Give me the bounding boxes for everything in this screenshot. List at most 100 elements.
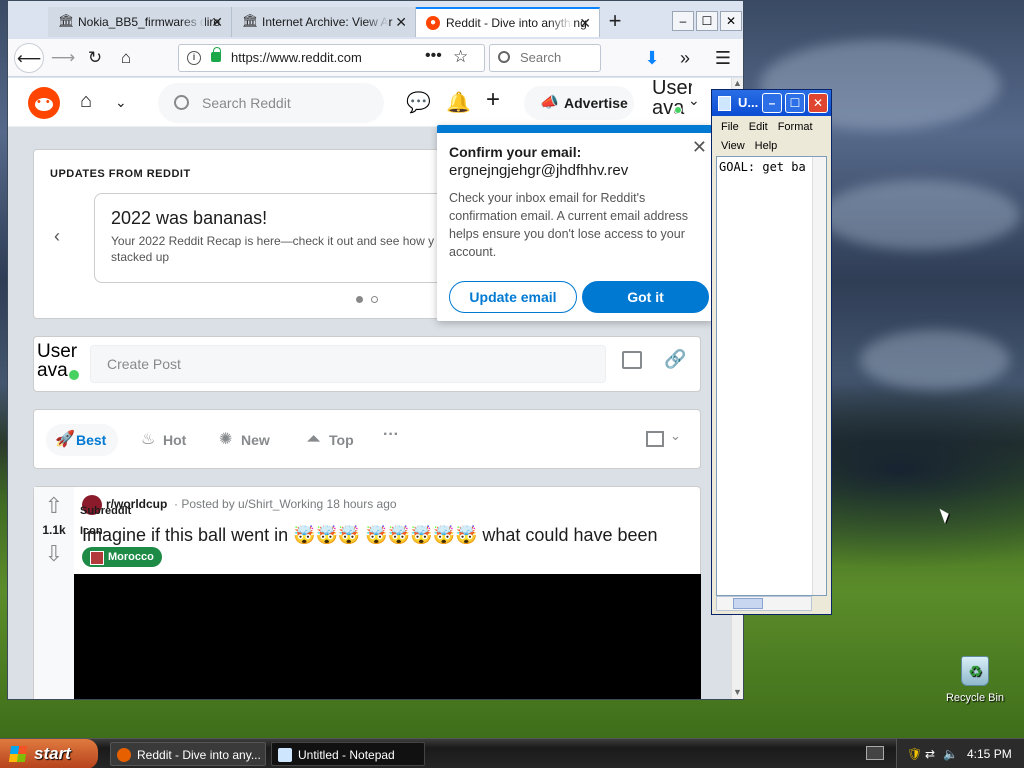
navigation-bar: ⟵ ⟶ ↻ ⌂ i https://www.reddit.com ••• ☆ S… — [8, 39, 743, 77]
vote-column: ⇧ 1.1k ⇩ — [34, 487, 74, 699]
user-avatar[interactable]: User ava — [37, 342, 85, 382]
close-window-button[interactable]: ✕ — [720, 11, 742, 31]
post-flair[interactable]: Morocco — [82, 547, 162, 567]
minimize-button[interactable]: – — [762, 93, 782, 113]
popup-body: Check your inbox email for Reddit's conf… — [449, 191, 688, 259]
upvote-arrow-icon[interactable]: ⇧ — [34, 493, 74, 519]
tab-nokia-firmwares[interactable]: 🏛 Nokia_BB5_firmwares dire ✕ — [48, 7, 232, 37]
create-plus-icon[interactable]: + — [486, 86, 500, 114]
carousel-dot[interactable] — [371, 296, 378, 303]
popup-title: Confirm your email: — [449, 144, 582, 160]
post-card[interactable]: ⇧ 1.1k ⇩ r/worldcup · Posted by u/Shirt_… — [33, 486, 701, 699]
create-post-input[interactable]: Create Post — [90, 345, 606, 383]
more-options-icon[interactable]: ··· — [383, 426, 399, 444]
bookmark-star-icon[interactable]: ☆ — [453, 44, 468, 70]
network-icon[interactable]: ⇄ — [925, 739, 935, 768]
chevron-down-icon[interactable]: ⌄ — [688, 92, 700, 109]
recycle-bin-icon[interactable] — [961, 656, 989, 686]
chevron-down-icon[interactable]: ⌄ — [115, 94, 127, 111]
menu-hamburger-icon[interactable]: ☰ — [708, 43, 738, 73]
back-button[interactable]: ⟵ — [14, 43, 44, 73]
notepad-titlebar[interactable]: U... – ☐ ✕ — [712, 90, 831, 116]
browser-window: 🏛 Nokia_BB5_firmwares dire ✕ 🏛 Internet … — [7, 0, 744, 700]
menu-view[interactable]: View — [721, 137, 745, 156]
close-tab-icon[interactable]: ✕ — [211, 7, 223, 37]
address-bar[interactable]: i https://www.reddit.com ••• ☆ — [178, 44, 485, 72]
url-text[interactable]: https://www.reddit.com — [231, 45, 362, 71]
notepad-text-area[interactable]: GOAL: get ba — [716, 156, 827, 596]
notification-bell-icon[interactable]: 🔔 — [446, 90, 471, 115]
sort-tab-hot[interactable]: ♨ Hot — [141, 424, 186, 456]
windows-logo-icon — [8, 746, 28, 762]
recycle-bin[interactable]: Recycle Bin — [940, 656, 1010, 704]
post-title[interactable]: Imagine if this ball went in 🤯🤯🤯 🤯🤯🤯🤯🤯 w… — [82, 525, 658, 546]
notepad-window: U... – ☐ ✕ File Edit Format View Help GOAL:… — [711, 89, 832, 615]
minimize-button[interactable]: – — [672, 11, 694, 31]
advertise-button[interactable]: 📣 Advertise — [524, 86, 634, 120]
user-avatar[interactable]: User ava — [652, 78, 692, 126]
menu-format[interactable]: Format — [778, 118, 813, 137]
reddit-logo-icon[interactable] — [28, 87, 60, 119]
image-upload-icon[interactable] — [622, 351, 642, 369]
overflow-chevron-icon[interactable]: » — [670, 43, 700, 73]
sort-tab-best[interactable]: 🚀 Best — [46, 424, 119, 456]
flame-icon: ♨ — [141, 431, 156, 448]
horizontal-scrollbar[interactable] — [716, 596, 812, 611]
advertise-label: Advertise — [564, 95, 628, 111]
new-tab-button[interactable]: + — [600, 7, 630, 37]
downvote-arrow-icon[interactable]: ⇩ — [34, 541, 74, 567]
close-window-button[interactable]: ✕ — [808, 93, 828, 113]
lock-icon[interactable] — [211, 47, 221, 62]
post-video[interactable] — [74, 574, 701, 699]
page-actions-icon[interactable]: ••• — [425, 43, 442, 69]
chevron-down-icon[interactable]: ⌄ — [670, 428, 681, 444]
menu-file[interactable]: File — [721, 118, 739, 137]
clock[interactable]: 4:15 PM — [967, 739, 1012, 768]
recap-card[interactable]: 2022 was bananas! Your 2022 Reddit Recap… — [94, 193, 474, 283]
scroll-up-icon[interactable]: ▲ — [733, 78, 742, 88]
got-it-button[interactable]: Got it — [582, 281, 709, 313]
system-tray: 🛡 ⇄ 🔈 4:15 PM — [896, 739, 1024, 768]
close-icon[interactable]: ✕ — [692, 137, 707, 158]
link-icon[interactable]: 🔗 — [664, 349, 686, 370]
keyboard-icon[interactable] — [866, 746, 884, 760]
vertical-scrollbar[interactable] — [812, 157, 826, 595]
taskbar-button-reddit[interactable]: Reddit - Dive into any... — [110, 742, 266, 766]
maximize-button[interactable]: ☐ — [785, 93, 805, 113]
menu-edit[interactable]: Edit — [749, 118, 768, 137]
bar-chart-icon: ⏶ — [307, 431, 320, 448]
close-tab-icon[interactable]: ✕ — [579, 9, 591, 37]
browser-search-field[interactable]: Search — [489, 44, 601, 72]
home-button[interactable]: ⌂ — [111, 43, 141, 73]
menu-help[interactable]: Help — [755, 137, 778, 156]
carousel-dot-active[interactable] — [356, 296, 363, 303]
taskbar-button-notepad[interactable]: Untitled - Notepad — [271, 742, 425, 766]
sort-tab-top[interactable]: ⏶ Top — [307, 424, 354, 456]
maximize-button[interactable]: ☐ — [696, 11, 718, 31]
forward-button[interactable]: ⟶ — [48, 43, 78, 73]
close-tab-icon[interactable]: ✕ — [395, 7, 407, 37]
tab-internet-archive[interactable]: 🏛 Internet Archive: View Ar ✕ — [232, 7, 416, 37]
scroll-down-icon[interactable]: ▼ — [733, 687, 742, 697]
reload-button[interactable]: ↻ — [80, 43, 110, 73]
start-button[interactable]: start — [0, 739, 98, 768]
notepad-content[interactable]: GOAL: get ba — [719, 160, 806, 174]
sort-tab-new[interactable]: ✺ New — [219, 424, 270, 456]
info-icon[interactable]: i — [187, 51, 201, 65]
update-email-button[interactable]: Update email — [449, 281, 577, 313]
notepad-title: U... — [738, 95, 759, 110]
chevron-left-icon[interactable]: ‹ — [54, 226, 60, 247]
tab-reddit[interactable]: ● Reddit - Dive into anything ✕ — [416, 7, 600, 37]
home-icon[interactable]: ⌂ — [80, 90, 92, 113]
recap-text: Your 2022 Reddit Recap is here—check it … — [111, 234, 435, 264]
security-shield-icon[interactable]: 🛡 — [907, 739, 922, 768]
reddit-search-input[interactable]: Search Reddit — [158, 83, 384, 123]
download-icon[interactable]: ⬇ — [637, 43, 667, 73]
layout-view-icon[interactable] — [646, 431, 664, 447]
sort-tab-label: New — [241, 432, 270, 448]
posted-by-text[interactable]: · Posted by u/Shirt_Working 18 hours ago — [174, 497, 397, 511]
scroll-thumb[interactable] — [733, 598, 763, 609]
chat-icon[interactable]: 💬 — [406, 90, 431, 115]
volume-icon[interactable]: 🔈 — [943, 739, 958, 768]
create-post-card: User ava Create Post 🔗 — [33, 336, 701, 392]
